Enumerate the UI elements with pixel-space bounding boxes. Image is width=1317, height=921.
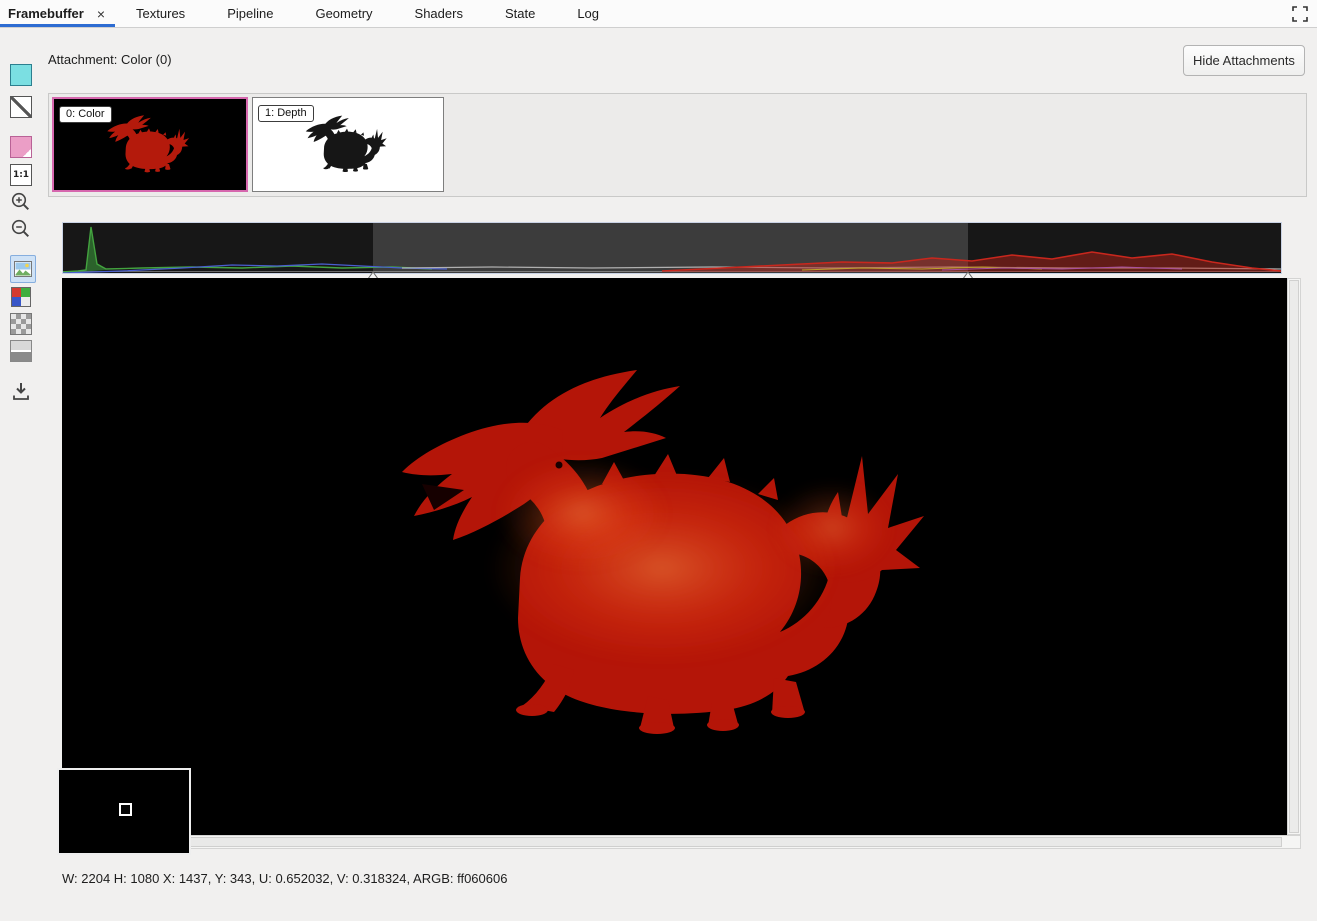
save-download-icon [11,381,31,401]
attachments-strip: 0: Color 1: Depth [48,93,1307,197]
tab-state[interactable]: State [484,0,556,27]
texture-viewport[interactable] [62,278,1287,835]
zoom-out-button[interactable] [10,218,32,240]
dragon-eye [556,462,563,469]
horizontal-scrollbar-thumb[interactable] [64,837,1282,847]
tab-textures[interactable]: Textures [115,0,206,27]
alpha-checkerboard-button[interactable] [10,313,32,335]
picked-pixel-marker [119,803,132,816]
highlight-color-button[interactable] [10,136,32,158]
zoom-actual-size-button[interactable]: 1:1 [10,164,32,186]
tab-log[interactable]: Log [556,0,620,27]
zoom-in-icon [10,191,32,213]
histogram-plot [62,222,1282,274]
tab-close-icon[interactable]: × [97,7,105,21]
horizontal-scrollbar[interactable] [62,835,1301,849]
vertical-scrollbar-thumb[interactable] [1289,280,1299,833]
texture-viewer-toolbar: 1:1 [0,28,44,921]
save-image-button[interactable] [10,380,32,402]
hide-attachments-button[interactable]: Hide Attachments [1183,45,1305,76]
image-mode-selected-frame [10,255,36,283]
rgb-channels-icon [11,287,31,307]
pink-swatch-icon [10,136,32,158]
tab-pipeline-label: Pipeline [227,6,273,21]
attachment-label: Attachment: Color (0) [48,52,172,67]
tab-log-label: Log [577,6,599,21]
tab-framebuffer-label: Framebuffer [8,6,84,21]
diagonal-slash-icon [10,96,32,118]
attachment-thumbnail-depth[interactable]: 1: Depth [252,97,444,192]
attachment-thumbnail-color[interactable]: 0: Color [52,97,248,192]
tab-geometry[interactable]: Geometry [294,0,393,27]
attachment-chip-depth: 1: Depth [258,105,314,122]
zoom-out-icon [10,218,32,240]
rendered-texture-image [62,278,1287,835]
fullscreen-button[interactable] [1283,0,1317,27]
zoom-in-button[interactable] [10,191,32,213]
tab-bar: Framebuffer × Textures Pipeline Geometry… [0,0,1317,28]
tab-pipeline[interactable]: Pipeline [206,0,294,27]
picture-icon [14,261,32,277]
status-text: W: 2204 H: 1080 X: 1437, Y: 343, U: 0.65… [62,871,507,886]
tab-geometry-label: Geometry [315,6,372,21]
tab-framebuffer[interactable]: Framebuffer × [0,0,115,27]
background-color-button[interactable] [10,64,32,86]
gray-split-button[interactable] [10,340,32,362]
framebuffer-viewer-window: Framebuffer × Textures Pipeline Geometry… [0,0,1317,921]
tab-state-label: State [505,6,535,21]
attachment-chip-color: 0: Color [59,106,112,123]
tab-textures-label: Textures [136,6,185,21]
tab-shaders[interactable]: Shaders [394,0,484,27]
display-image-mode-button[interactable] [10,256,36,282]
no-background-button[interactable] [10,96,32,118]
tabbar-spacer [620,0,1283,27]
checkerboard-icon [10,313,32,335]
histogram-range-control[interactable] [62,222,1282,274]
one-to-one-icon: 1:1 [10,164,32,186]
fullscreen-icon [1292,6,1308,22]
pixel-context-preview [57,768,191,855]
cyan-swatch-icon [10,64,32,86]
rgb-channels-button[interactable] [10,286,32,308]
tab-shaders-label: Shaders [415,6,463,21]
vertical-scrollbar[interactable] [1287,278,1301,835]
split-bars-icon [10,340,32,362]
